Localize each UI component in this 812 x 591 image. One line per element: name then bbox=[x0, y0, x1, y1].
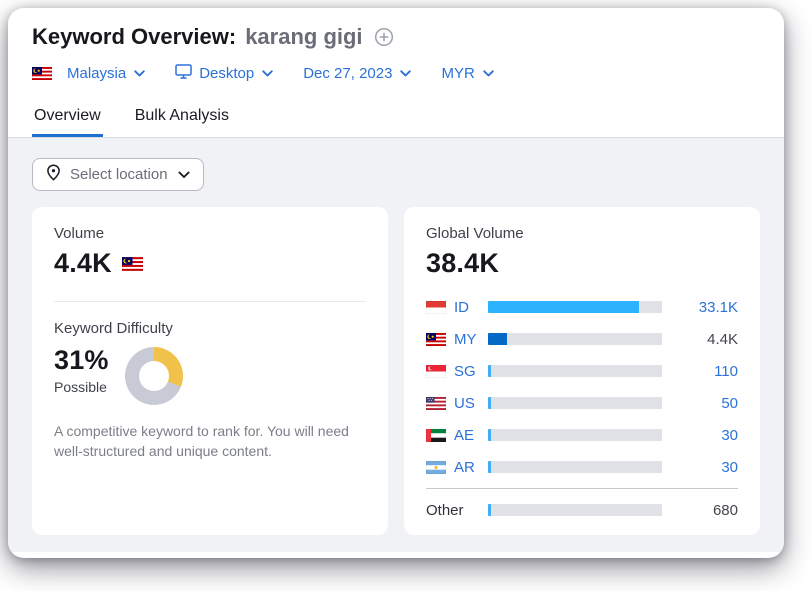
card-divider bbox=[54, 301, 366, 302]
title-row: Keyword Overview: karang gigi bbox=[32, 24, 760, 50]
other-row: Other 680 bbox=[426, 494, 738, 526]
location-filter-label: Malaysia bbox=[67, 65, 126, 82]
device-filter[interactable]: Desktop bbox=[175, 64, 273, 83]
other-volume-value: 680 bbox=[678, 502, 738, 519]
tab-bar: Overview Bulk Analysis bbox=[8, 97, 784, 138]
select-location-label: Select location bbox=[70, 166, 168, 183]
global-volume-card: Global Volume 38.4K ID 33.1K MY bbox=[404, 207, 760, 535]
chevron-down-icon bbox=[134, 70, 145, 77]
flag-malaysia-icon bbox=[122, 257, 143, 271]
country-volume-value[interactable]: 30 bbox=[678, 427, 738, 444]
device-filter-label: Desktop bbox=[199, 65, 254, 82]
country-volume-value[interactable]: 30 bbox=[678, 459, 738, 476]
chevron-down-icon bbox=[178, 171, 190, 179]
country-row-ae: AE 30 bbox=[426, 419, 738, 451]
volume-bar bbox=[488, 301, 662, 313]
volume-title: Volume bbox=[54, 225, 366, 242]
flag-malaysia-icon bbox=[32, 67, 52, 80]
filter-row: Malaysia Desktop Dec 27, 2023 MYR bbox=[32, 64, 760, 83]
keyword-difficulty-title: Keyword Difficulty bbox=[54, 320, 366, 337]
volume-bar bbox=[488, 461, 662, 473]
country-code-link[interactable]: SG bbox=[454, 363, 488, 380]
country-code-link[interactable]: MY bbox=[454, 331, 488, 348]
country-row-us: US 50 bbox=[426, 387, 738, 419]
country-code-link[interactable]: US bbox=[454, 395, 488, 412]
flag-uae-icon bbox=[426, 429, 446, 442]
kd-donut-chart bbox=[125, 347, 183, 405]
volume-card: Volume 4.4K Keyword Difficulty 31% Possi… bbox=[32, 207, 388, 535]
header: Keyword Overview: karang gigi Malaysia D… bbox=[8, 8, 784, 138]
flag-indonesia-icon bbox=[426, 301, 446, 314]
page-title: Keyword Overview: bbox=[32, 24, 236, 50]
keyword-text: karang gigi bbox=[245, 24, 362, 50]
tab-bulk-analysis[interactable]: Bulk Analysis bbox=[133, 97, 231, 137]
keyword-difficulty-level: Possible bbox=[54, 379, 109, 395]
volume-bar bbox=[488, 429, 662, 441]
date-filter-label: Dec 27, 2023 bbox=[303, 65, 392, 82]
select-location-button[interactable]: Select location bbox=[32, 158, 204, 191]
location-filter[interactable]: Malaysia bbox=[32, 65, 145, 82]
country-row-my: MY 4.4K bbox=[426, 323, 738, 355]
cards-row: Volume 4.4K Keyword Difficulty 31% Possi… bbox=[32, 207, 760, 535]
flag-singapore-icon bbox=[426, 365, 446, 378]
country-code-link[interactable]: AR bbox=[454, 459, 488, 476]
keyword-difficulty-value: 31% bbox=[54, 345, 109, 376]
country-row-sg: SG 110 bbox=[426, 355, 738, 387]
location-pin-icon bbox=[46, 164, 61, 185]
country-row-ar: AR 30 bbox=[426, 451, 738, 483]
country-volume-value[interactable]: 33.1K bbox=[678, 299, 738, 316]
flag-us-icon bbox=[426, 397, 446, 410]
country-code-link[interactable]: AE bbox=[454, 427, 488, 444]
country-volume-value[interactable]: 110 bbox=[678, 363, 738, 380]
global-volume-value: 38.4K bbox=[426, 248, 499, 279]
flag-argentina-icon bbox=[426, 461, 446, 474]
volume-value: 4.4K bbox=[54, 248, 112, 279]
volume-bar bbox=[488, 397, 662, 409]
volume-bar bbox=[488, 365, 662, 377]
add-keyword-icon[interactable] bbox=[374, 27, 394, 47]
country-volume-value[interactable]: 50 bbox=[678, 395, 738, 412]
desktop-icon bbox=[175, 64, 192, 83]
flag-malaysia-icon bbox=[426, 333, 446, 346]
currency-filter[interactable]: MYR bbox=[441, 65, 493, 82]
country-code-link[interactable]: ID bbox=[454, 299, 488, 316]
global-volume-title: Global Volume bbox=[426, 225, 738, 242]
currency-filter-label: MYR bbox=[441, 65, 474, 82]
keyword-difficulty-description: A competitive keyword to rank for. You w… bbox=[54, 421, 366, 462]
chevron-down-icon bbox=[262, 70, 273, 77]
other-row-divider bbox=[426, 488, 738, 489]
volume-bar bbox=[488, 504, 662, 516]
content-area: Select location Volume 4.4K Keyword Diff… bbox=[8, 138, 784, 552]
volume-bar bbox=[488, 333, 662, 345]
keyword-overview-panel: Keyword Overview: karang gigi Malaysia D… bbox=[8, 8, 784, 558]
chevron-down-icon bbox=[400, 70, 411, 77]
country-row-id: ID 33.1K bbox=[426, 291, 738, 323]
tab-overview[interactable]: Overview bbox=[32, 97, 103, 137]
date-filter[interactable]: Dec 27, 2023 bbox=[303, 65, 411, 82]
other-label: Other bbox=[426, 502, 488, 519]
chevron-down-icon bbox=[483, 70, 494, 77]
country-volume-value: 4.4K bbox=[678, 331, 738, 348]
global-volume-rows: ID 33.1K MY 4.4K SG 110 bbox=[426, 291, 738, 526]
